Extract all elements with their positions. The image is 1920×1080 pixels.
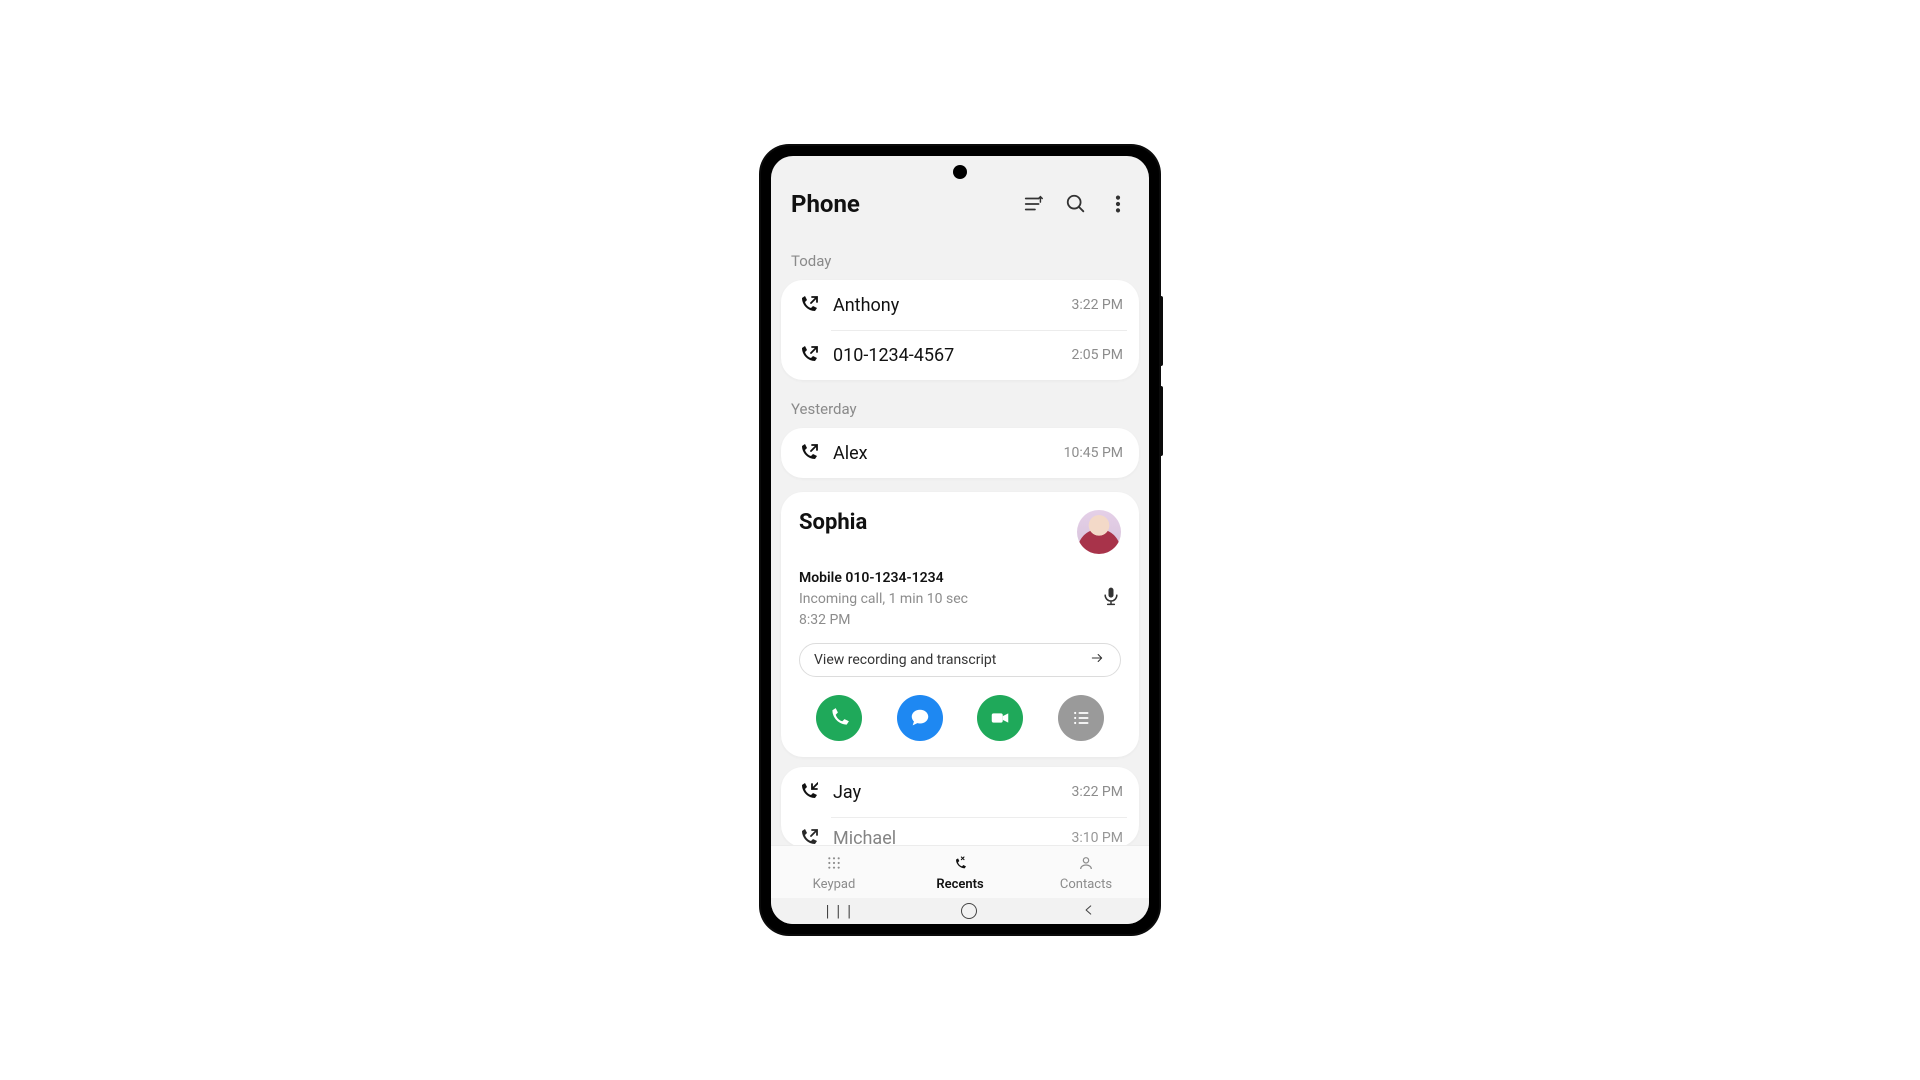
call-time: 3:10 PM: [1071, 830, 1123, 846]
tab-contacts[interactable]: Contacts: [1023, 846, 1149, 900]
recents-list: Today Anthony 3:22 PM 010-1234-4567: [771, 246, 1149, 870]
details-button[interactable]: [1058, 695, 1104, 741]
call-time: 2:05 PM: [1071, 347, 1123, 363]
nav-recents-button[interactable]: |||: [824, 904, 856, 919]
call-time: 3:22 PM: [1071, 297, 1123, 313]
today-card: Anthony 3:22 PM 010-1234-4567 2:05 PM: [781, 280, 1139, 380]
tab-keypad[interactable]: Keypad: [771, 846, 897, 900]
section-label-today: Today: [771, 246, 1149, 280]
call-type-duration: Incoming call, 1 min 10 sec: [799, 589, 968, 610]
view-recording-button[interactable]: View recording and transcript: [799, 643, 1121, 677]
tab-label: Recents: [936, 877, 983, 892]
device-frame: Phone: [761, 146, 1159, 934]
outgoing-call-icon: [797, 442, 819, 464]
call-row-partial[interactable]: Michael 3:10 PM: [781, 817, 1139, 847]
incoming-call-icon: [797, 781, 819, 803]
call-time: 10:45 PM: [1064, 445, 1123, 461]
bottom-tab-bar: Keypad Recents: [771, 845, 1149, 900]
section-label-yesterday: Yesterday: [771, 394, 1149, 428]
call-row[interactable]: Anthony 3:22 PM: [781, 280, 1139, 330]
filter-icon[interactable]: [1023, 193, 1045, 215]
call-name: Jay: [833, 782, 1057, 803]
tab-label: Contacts: [1060, 877, 1112, 892]
microphone-icon: [1101, 586, 1121, 606]
expanded-name: Sophia: [799, 510, 867, 535]
call-name: Anthony: [833, 295, 1057, 316]
call-row[interactable]: 010-1234-4567 2:05 PM: [781, 330, 1139, 380]
call-name: Alex: [833, 443, 1050, 464]
front-camera: [953, 165, 967, 179]
call-timestamp: 8:32 PM: [799, 610, 968, 631]
call-details: Mobile 010-1234-1234 Incoming call, 1 mi…: [799, 568, 968, 631]
call-row[interactable]: Jay 3:22 PM: [781, 767, 1139, 817]
outgoing-call-icon: [797, 294, 819, 316]
message-button[interactable]: [897, 695, 943, 741]
tab-recents[interactable]: Recents: [897, 846, 1023, 900]
outgoing-call-icon: [797, 827, 819, 847]
phone-number-label: Mobile 010-1234-1234: [799, 568, 968, 589]
outgoing-call-icon: [797, 344, 819, 366]
expanded-call-card: Sophia Mobile 010-1234-1234 Incoming cal…: [781, 492, 1139, 757]
call-time: 3:22 PM: [1071, 784, 1123, 800]
avatar[interactable]: [1077, 510, 1121, 554]
screen: Phone: [771, 156, 1149, 924]
call-name: 010-1234-4567: [833, 345, 1057, 366]
action-row: [799, 695, 1121, 741]
video-call-button[interactable]: [977, 695, 1023, 741]
call-row[interactable]: Alex 10:45 PM: [781, 428, 1139, 478]
recents-icon: [951, 855, 969, 875]
nav-back-button[interactable]: [1082, 902, 1096, 921]
tab-label: Keypad: [813, 877, 856, 892]
pill-label: View recording and transcript: [814, 652, 996, 668]
page-title: Phone: [791, 190, 860, 218]
yesterday-card-1: Alex 10:45 PM: [781, 428, 1139, 478]
more-icon[interactable]: [1107, 193, 1129, 215]
nav-home-button[interactable]: [961, 903, 977, 919]
arrow-right-icon: [1088, 651, 1106, 669]
header-actions: [1023, 193, 1129, 215]
system-nav-bar: |||: [771, 898, 1149, 924]
contacts-icon: [1077, 855, 1095, 875]
call-button[interactable]: [816, 695, 862, 741]
search-icon[interactable]: [1065, 193, 1087, 215]
keypad-icon: [825, 855, 843, 875]
yesterday-card-2: Jay 3:22 PM Michael 3:10 PM: [781, 767, 1139, 847]
